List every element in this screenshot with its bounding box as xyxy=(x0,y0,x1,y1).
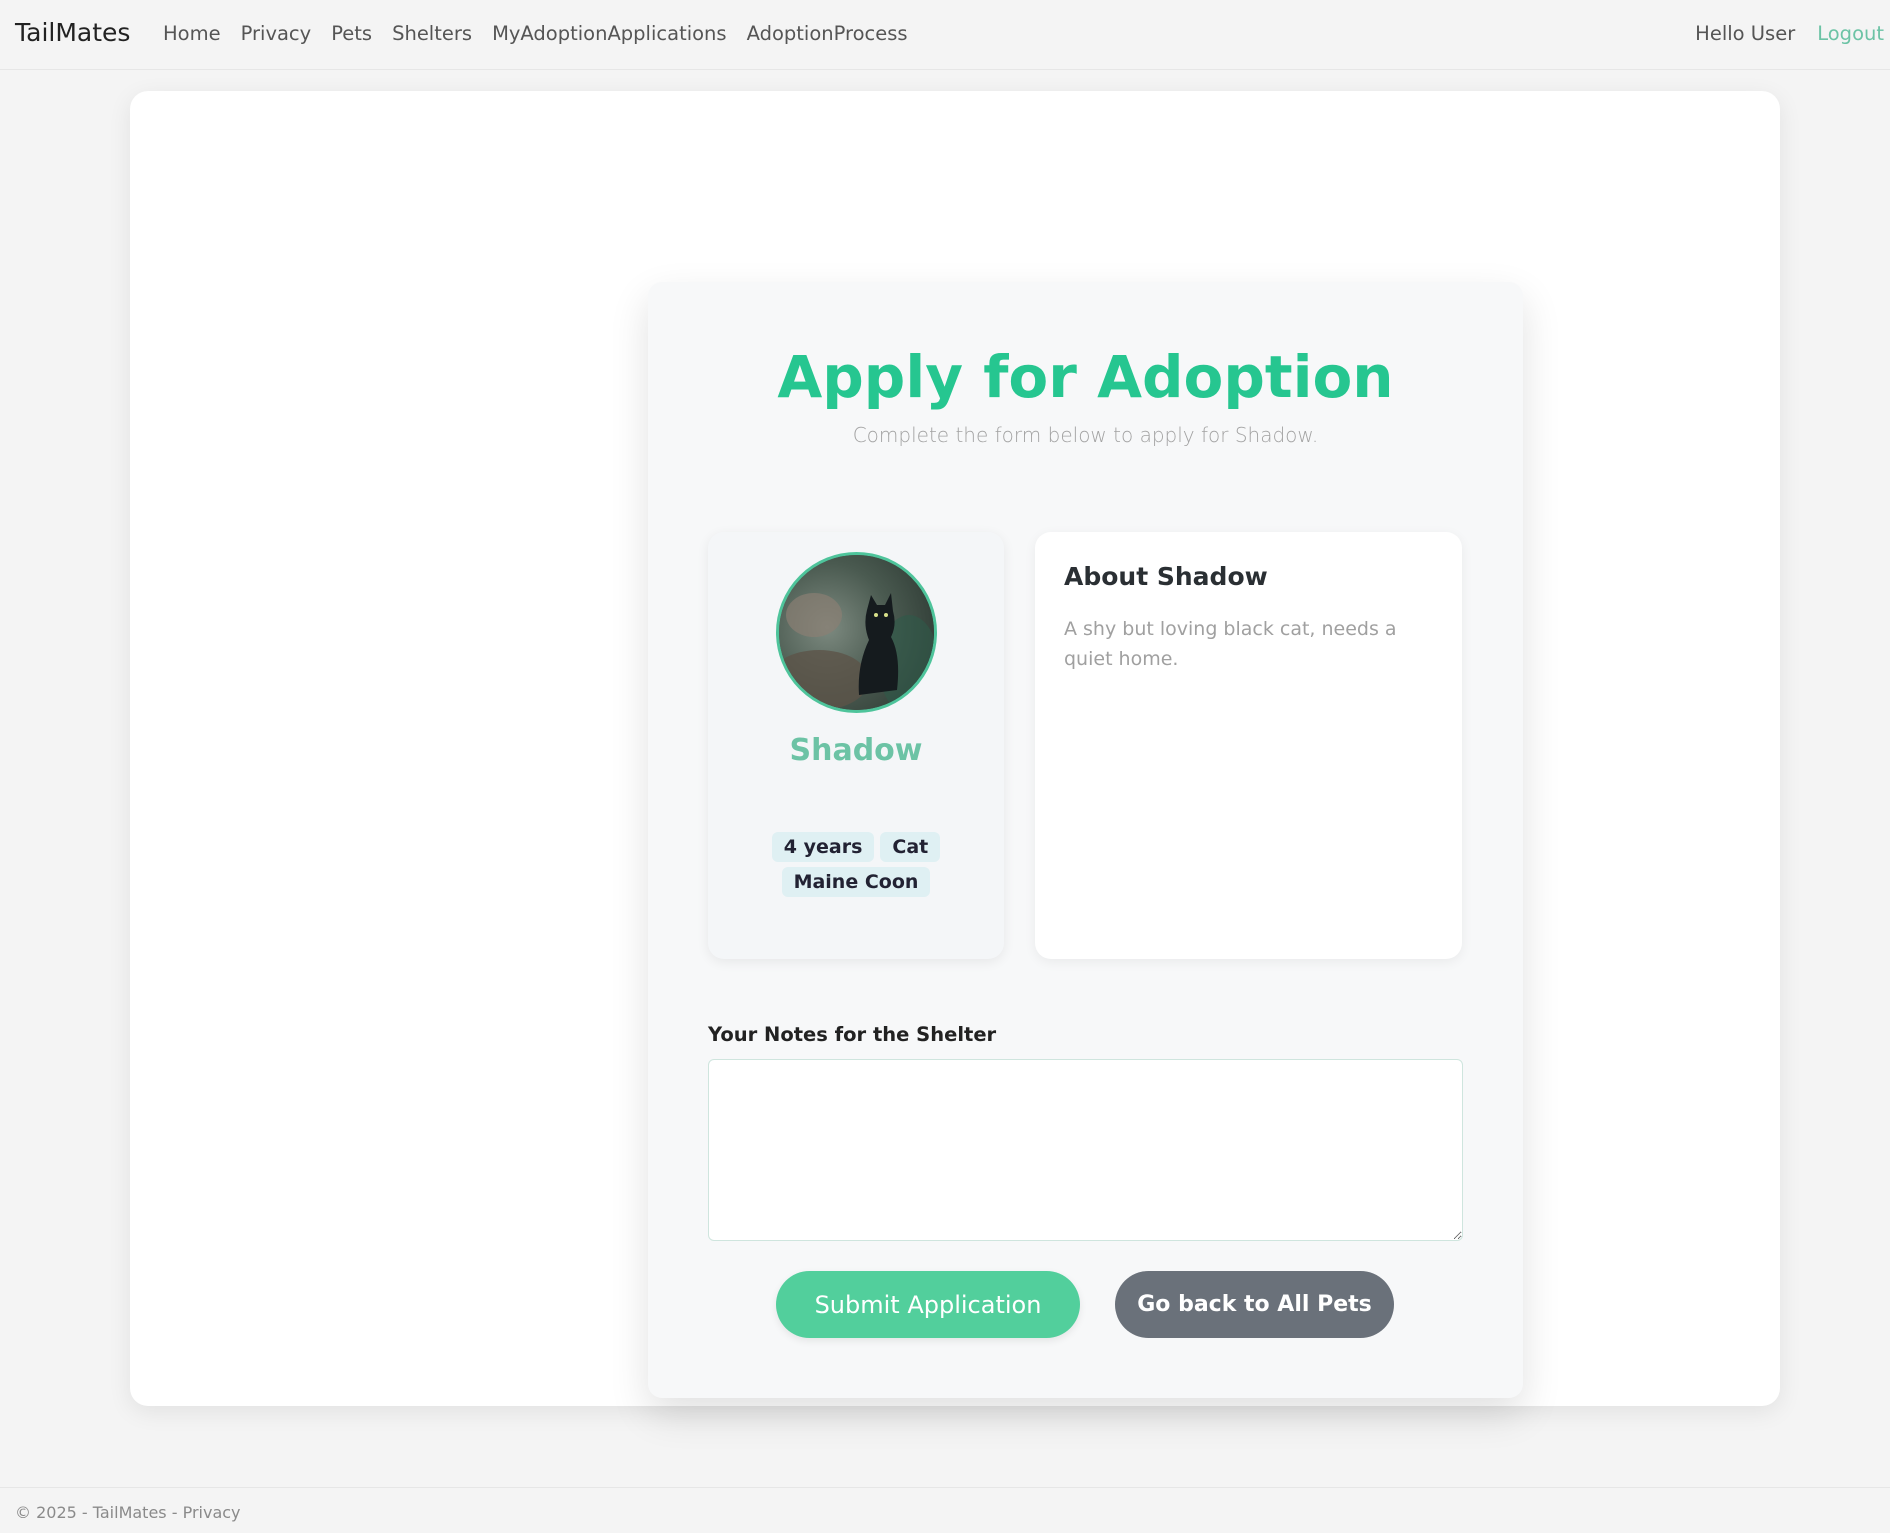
nav-link-privacy[interactable]: Privacy xyxy=(241,22,312,45)
pet-tag-age: 4 years xyxy=(771,832,875,862)
brand-link[interactable]: TailMates xyxy=(15,18,130,47)
nav-user-area: Hello User Logout xyxy=(1695,22,1884,45)
footer-text: © 2025 - TailMates - Privacy xyxy=(15,1503,241,1522)
nav-link-shelters[interactable]: Shelters xyxy=(392,22,472,45)
about-title: About Shadow xyxy=(1064,562,1268,591)
pet-name: Shadow xyxy=(789,733,923,768)
about-description: A shy but loving black cat, needs a quie… xyxy=(1064,618,1397,670)
main-container: Apply for Adoption Complete the form bel… xyxy=(130,91,1780,1406)
footer-copyright: © 2025 - TailMates - xyxy=(15,1503,183,1522)
footer-privacy-link[interactable]: Privacy xyxy=(183,1503,241,1522)
notes-textarea[interactable] xyxy=(708,1059,1463,1241)
pet-photo xyxy=(776,552,937,713)
page-title: Apply for Adoption xyxy=(777,343,1394,411)
nav-links: Home Privacy Pets Shelters MyAdoptionApp… xyxy=(163,22,928,45)
notes-label: Your Notes for the Shelter xyxy=(708,1023,997,1046)
nav-link-my-adoption-applications[interactable]: MyAdoptionApplications xyxy=(492,22,727,45)
page-subtitle: Complete the form below to apply for Sha… xyxy=(852,423,1319,447)
about-pet-card: About Shadow A shy but loving black cat,… xyxy=(1035,532,1462,959)
logout-link[interactable]: Logout xyxy=(1817,22,1884,45)
nav-link-adoption-process[interactable]: AdoptionProcess xyxy=(747,22,908,45)
adoption-form-card: Apply for Adoption Complete the form bel… xyxy=(648,282,1523,1398)
nav-link-home[interactable]: Home xyxy=(163,22,221,45)
nav-link-pets[interactable]: Pets xyxy=(331,22,372,45)
pet-summary-card: Shadow 4 years Cat Maine Coon xyxy=(708,532,1004,959)
navbar: TailMates Home Privacy Pets Shelters MyA… xyxy=(0,0,1890,70)
footer: © 2025 - TailMates - Privacy xyxy=(0,1487,1890,1533)
cat-photo-icon xyxy=(779,555,934,710)
submit-application-button[interactable]: Submit Application xyxy=(776,1271,1080,1338)
pet-tags: 4 years Cat Maine Coon xyxy=(748,832,964,897)
back-to-all-pets-button[interactable]: Go back to All Pets xyxy=(1115,1271,1394,1338)
pet-tag-species: Cat xyxy=(880,832,941,862)
user-greeting: Hello User xyxy=(1695,22,1796,45)
pet-tag-breed: Maine Coon xyxy=(781,867,931,897)
